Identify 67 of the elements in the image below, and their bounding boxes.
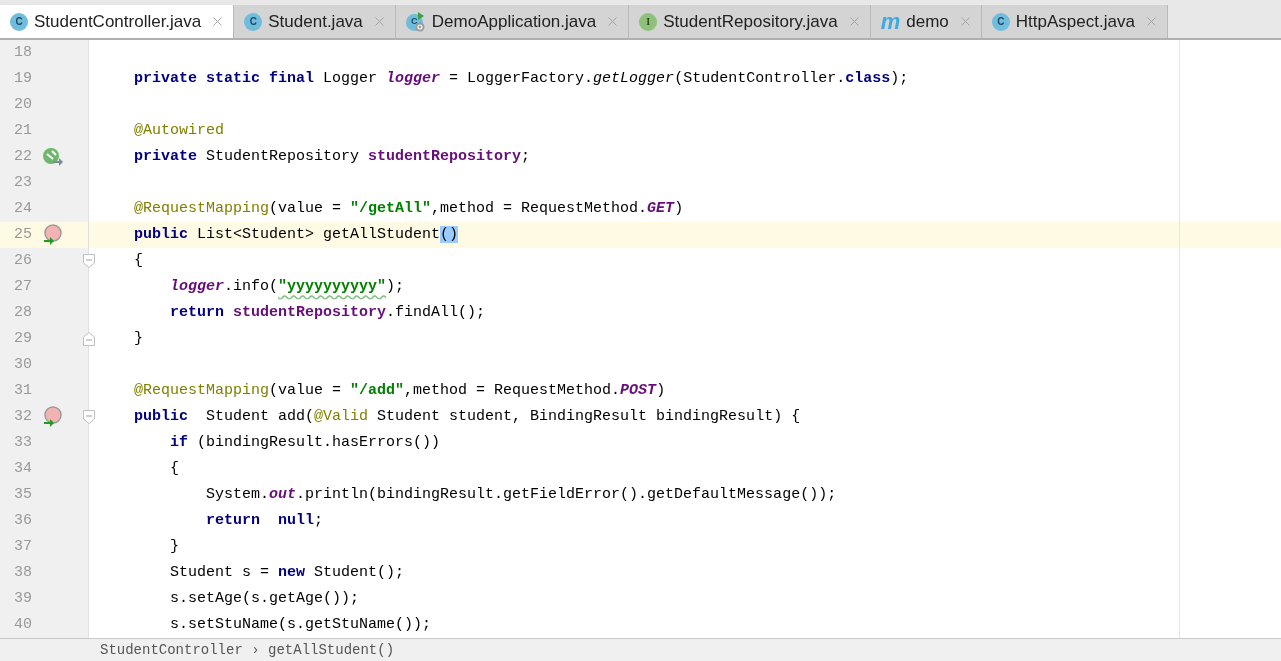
line-number: 26 (13, 250, 32, 271)
editor-tab[interactable]: I StudentRepository.java (629, 5, 871, 38)
code-line: return null; (205, 511, 324, 531)
bean-icon (42, 147, 64, 167)
line-number: 29 (13, 328, 32, 349)
line-number: 27 (13, 276, 32, 297)
editor-tab[interactable]: C HttpAspect.java (981, 5, 1168, 38)
code-line: Student s = new Student(); (169, 563, 405, 583)
fold-icon[interactable] (83, 332, 95, 346)
class-icon: C (991, 12, 1010, 31)
tab-label: demo (906, 10, 949, 33)
code-line: s.setAge(s.getAge()); (169, 589, 360, 609)
code-line: @Autowired (133, 121, 225, 141)
editor-tab[interactable]: C StudentController.java (0, 5, 235, 38)
method-override-icon (42, 406, 64, 428)
code-line: @RequestMapping(value = "/add",method = RequestMethod.POST) (133, 381, 666, 401)
code-line: private static final Logger logger = LoggerFactory.getLogger(StudentController.class); (133, 69, 909, 89)
code-line: return studentRepository.findAll(); (169, 303, 486, 323)
line-number: 37 (13, 536, 32, 557)
line-number: 38 (13, 562, 32, 583)
line-number: 39 (13, 588, 32, 609)
line-number: 36 (13, 510, 32, 531)
line-number: 19 (13, 68, 32, 89)
code-line: { (133, 251, 143, 271)
class-icon: C (244, 12, 263, 31)
line-number: 24 (13, 198, 32, 219)
class-icon: C (10, 12, 28, 31)
code-line: @RequestMapping(value = "/getAll",method = RequestMethod.GET) (133, 199, 684, 219)
line-number: 20 (13, 94, 32, 115)
interface-icon: I (639, 12, 658, 31)
code-line: public Student add(@Valid Student student, BindingResult bindingResult) { (133, 407, 801, 427)
tab-label: StudentController.java (34, 10, 202, 33)
code-line: public List<Student> getAllStudent() (133, 225, 459, 245)
line-number: 22 (13, 146, 32, 167)
module-icon: m (880, 10, 901, 33)
line-number: 40 (13, 614, 32, 635)
line-number: 31 (13, 380, 32, 401)
line-number: 33 (13, 432, 32, 453)
code-line: s.setStuName(s.getStuName()); (169, 615, 432, 635)
line-number: 34 (13, 458, 32, 479)
editor-tab[interactable]: C DemoApplication.java (395, 5, 630, 38)
editor-tab[interactable]: m demo (870, 5, 982, 38)
tab-label: StudentRepository.java (663, 10, 838, 33)
code-line: logger.info("yyyyyyyyyy"); (169, 277, 405, 297)
tab-label: DemoApplication.java (431, 10, 597, 33)
code-line: } (169, 537, 179, 557)
code-line: { (169, 459, 179, 479)
fold-icon[interactable] (83, 410, 95, 424)
tab-label: HttpAspect.java (1015, 10, 1135, 33)
line-number: 18 (13, 42, 32, 63)
line-number: 23 (13, 172, 32, 193)
editor-tab[interactable]: C Student.java (234, 5, 396, 38)
code-line: private StudentRepository studentRepository; (133, 147, 531, 167)
method-override-icon (42, 224, 64, 246)
line-number: 30 (13, 354, 32, 375)
code-line: } (133, 329, 143, 349)
code-line: if (bindingResult.hasErrors()) (169, 433, 441, 453)
fold-icon[interactable] (83, 254, 95, 268)
line-number: 35 (13, 484, 32, 505)
line-number: 25 (13, 224, 32, 245)
line-number: 21 (13, 120, 32, 141)
line-number: 32 (13, 406, 32, 427)
breadcrumb[interactable]: StudentController › getAllStudent() (100, 639, 395, 661)
class-run-icon: C (405, 11, 426, 32)
line-number: 28 (13, 302, 32, 323)
tab-label: Student.java (268, 10, 363, 33)
code-line: System.out.println(bindingResult.getFieldError().getDefaultMessage()); (205, 485, 837, 505)
